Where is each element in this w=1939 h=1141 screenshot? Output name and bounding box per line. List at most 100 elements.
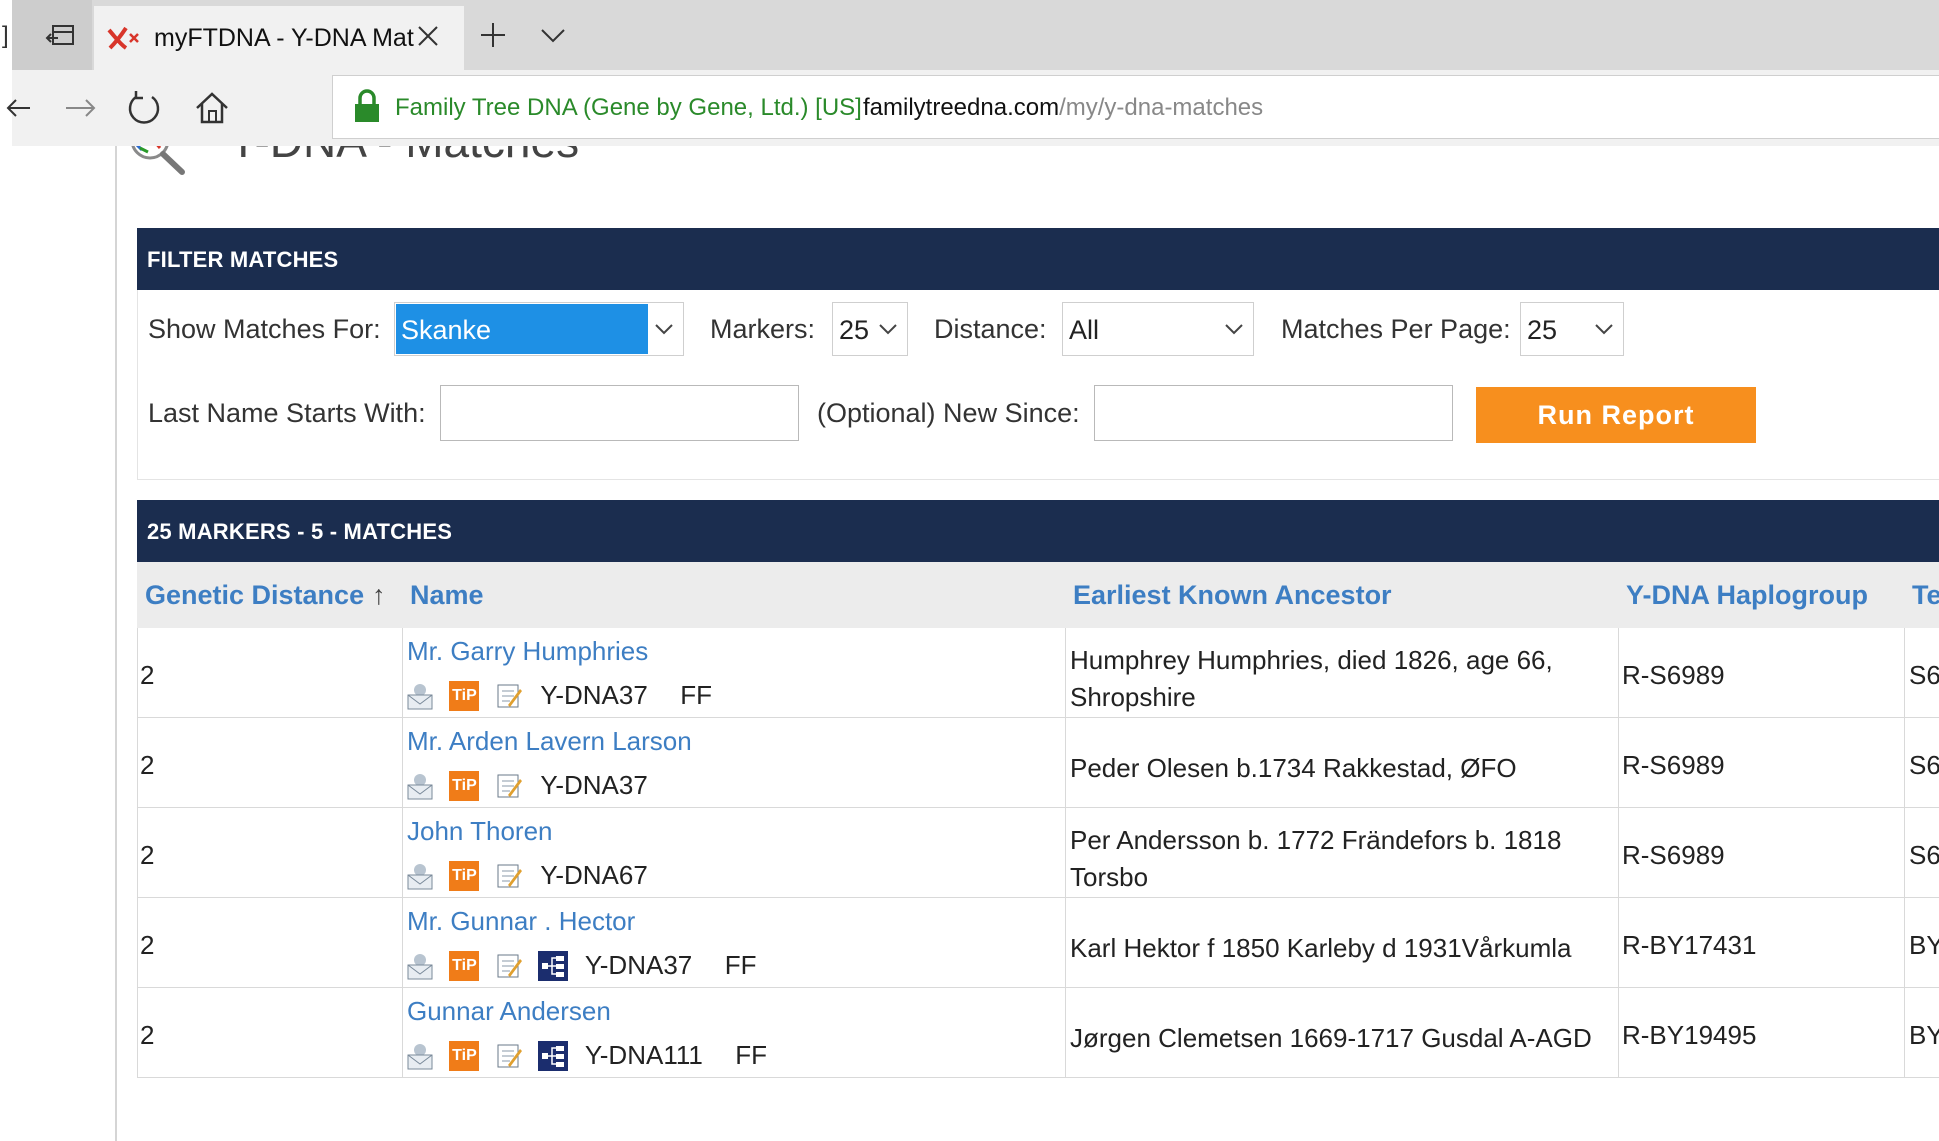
window-edge-icon: ] xyxy=(2,22,9,49)
last-name-input[interactable] xyxy=(440,385,799,441)
email-icon[interactable] xyxy=(405,771,435,801)
column-divider xyxy=(402,628,403,1078)
run-report-button[interactable]: Run Report xyxy=(1476,387,1756,443)
email-icon[interactable] xyxy=(405,951,435,981)
match-name-link[interactable]: Mr. Gunnar . Hector xyxy=(407,906,635,937)
page-title: Y-DNA - Matches xyxy=(228,146,579,160)
email-icon[interactable] xyxy=(405,681,435,711)
family-tree-icon[interactable] xyxy=(538,950,569,981)
table-row: 2 Mr. Garry Humphries TiP Y-DNA37 FF Hum… xyxy=(137,628,1939,718)
haplogroup-cell: R-BY17431 xyxy=(1622,930,1757,960)
genetic-distance-cell: 2 xyxy=(140,1020,155,1050)
new-since-label: (Optional) New Since: xyxy=(817,398,1080,428)
url-text[interactable]: familytreedna.com/my/y-dna-matches xyxy=(863,94,1263,122)
earliest-ancestor-cell: Karl Hektor f 1850 Karleby d 1931Vårkuml… xyxy=(1070,933,1572,963)
refresh-icon[interactable] xyxy=(124,88,164,128)
tip-calculator-icon[interactable]: TiP xyxy=(449,1040,480,1071)
forward-arrow-icon[interactable] xyxy=(60,88,100,128)
notes-icon[interactable] xyxy=(494,681,524,711)
genetic-distance-cell: 2 xyxy=(140,930,155,960)
test-kit-label: Y-DNA37 xyxy=(584,950,693,980)
address-bar[interactable]: Family Tree DNA (Gene by Gene, Ltd.) [US… xyxy=(332,75,1939,139)
tip-calculator-icon[interactable]: TiP xyxy=(449,770,480,801)
distance-value: All xyxy=(1069,315,1100,345)
chevron-down-icon xyxy=(1225,324,1243,335)
table-row: 2 Gunnar Andersen TiP Y-DNA111 FF Jørgen… xyxy=(137,988,1939,1078)
filter-title: FILTER MATCHES xyxy=(147,247,339,272)
match-name-link[interactable]: Mr. Garry Humphries xyxy=(407,636,648,667)
email-icon[interactable] xyxy=(405,1041,435,1071)
genetic-distance-cell: 2 xyxy=(140,660,155,690)
test-kit-label: Y-DNA37 xyxy=(540,680,648,710)
col-name[interactable]: Name xyxy=(410,580,484,611)
terminal-snp-cell: BY xyxy=(1909,930,1939,960)
new-since-input[interactable] xyxy=(1094,385,1453,441)
earliest-ancestor-cell: Jørgen Clemetsen 1669-1717 Gusdal A-AGD xyxy=(1070,1023,1592,1053)
chevron-down-icon xyxy=(879,324,897,335)
haplogroup-cell: R-S6989 xyxy=(1622,660,1725,690)
home-icon[interactable] xyxy=(192,88,232,128)
tip-calculator-icon[interactable]: TiP xyxy=(449,950,480,981)
terminal-snp-cell: S6 xyxy=(1909,660,1939,690)
match-name-link[interactable]: Gunnar Andersen xyxy=(407,996,611,1027)
table-row: 2 Mr. Gunnar . Hector TiP Y-DNA37 FF Kar… xyxy=(137,898,1939,988)
tab-title: myFTDNA - Y-DNA Mat xyxy=(154,24,414,52)
set-tabs-aside-icon[interactable] xyxy=(44,18,78,52)
col-genetic-distance[interactable]: Genetic Distance ↑ xyxy=(145,580,386,611)
markers-value: 25 xyxy=(839,315,870,345)
chevron-down-icon xyxy=(655,324,673,335)
column-divider xyxy=(1065,628,1066,1078)
col-earliest-ancestor[interactable]: Earliest Known Ancestor xyxy=(1073,580,1392,611)
family-finder-badge: FF xyxy=(724,950,757,980)
distance-select[interactable]: All xyxy=(1062,302,1254,356)
family-finder-badge: FF xyxy=(680,680,713,710)
haplogroup-cell: R-S6989 xyxy=(1622,840,1725,870)
magnifier-dna-icon xyxy=(131,146,185,175)
show-matches-value: Skanke xyxy=(401,315,492,345)
column-divider xyxy=(137,628,138,1078)
col-haplogroup[interactable]: Y-DNA Haplogroup xyxy=(1626,580,1868,611)
back-arrow-icon[interactable] xyxy=(4,88,44,128)
earliest-ancestor-cell: Peder Olesen b.1734 Rakkestad, ØFO xyxy=(1070,753,1517,783)
per-page-value: 25 xyxy=(1527,315,1558,345)
column-divider xyxy=(1618,628,1619,1078)
notes-icon[interactable] xyxy=(494,861,524,891)
results-title: 25 MARKERS - 5 - MATCHES xyxy=(147,519,453,544)
match-name-link[interactable]: John Thoren xyxy=(407,816,553,847)
notes-icon[interactable] xyxy=(494,771,524,801)
browser-tab-strip: ] myFTDNA - Y-DNA Mat xyxy=(0,0,1939,70)
column-divider xyxy=(1904,628,1905,1078)
col-terminal-snp[interactable]: Te xyxy=(1912,580,1939,611)
new-tab-icon[interactable] xyxy=(478,20,508,50)
terminal-snp-cell: S6 xyxy=(1909,840,1939,870)
lock-icon xyxy=(355,89,379,122)
row-actions: TiP Y-DNA111 FF xyxy=(405,1040,767,1072)
row-actions: TiP Y-DNA37 FF xyxy=(405,680,712,712)
url-path: /my/y-dna-matches xyxy=(1059,94,1264,121)
genetic-distance-cell: 2 xyxy=(140,840,155,870)
results-header: 25 MARKERS - 5 - MATCHES xyxy=(137,500,1939,562)
haplogroup-cell: R-BY19495 xyxy=(1622,1020,1757,1050)
page-title-clip: Y-DNA - Matches xyxy=(228,146,648,160)
per-page-select[interactable]: 25 xyxy=(1520,302,1624,356)
tip-calculator-icon[interactable]: TiP xyxy=(449,860,480,891)
email-icon[interactable] xyxy=(405,861,435,891)
ftdna-favicon-icon xyxy=(107,26,139,50)
notes-icon[interactable] xyxy=(494,1041,524,1071)
active-tab[interactable]: myFTDNA - Y-DNA Mat xyxy=(94,6,464,70)
earliest-ancestor-cell: Per Andersson b. 1772 Frändefors b. 1818… xyxy=(1070,825,1562,892)
row-actions: TiP Y-DNA67 xyxy=(405,860,648,892)
table-header: Genetic Distance ↑ Name Earliest Known An… xyxy=(137,562,1939,628)
chevron-down-icon xyxy=(1595,324,1613,335)
tab-preview-chevron-icon[interactable] xyxy=(538,24,568,48)
markers-select[interactable]: 25 xyxy=(832,302,908,356)
close-tab-icon[interactable] xyxy=(412,20,444,52)
test-kit-label: Y-DNA37 xyxy=(540,770,648,800)
match-name-link[interactable]: Mr. Arden Lavern Larson xyxy=(407,726,692,757)
notes-icon[interactable] xyxy=(494,951,524,981)
show-matches-select[interactable]: Skanke xyxy=(394,302,684,356)
family-tree-icon[interactable] xyxy=(538,1040,569,1071)
terminal-snp-cell: BY xyxy=(1909,1020,1939,1050)
tip-calculator-icon[interactable]: TiP xyxy=(449,680,480,711)
row-actions: TiP Y-DNA37 xyxy=(405,770,648,802)
